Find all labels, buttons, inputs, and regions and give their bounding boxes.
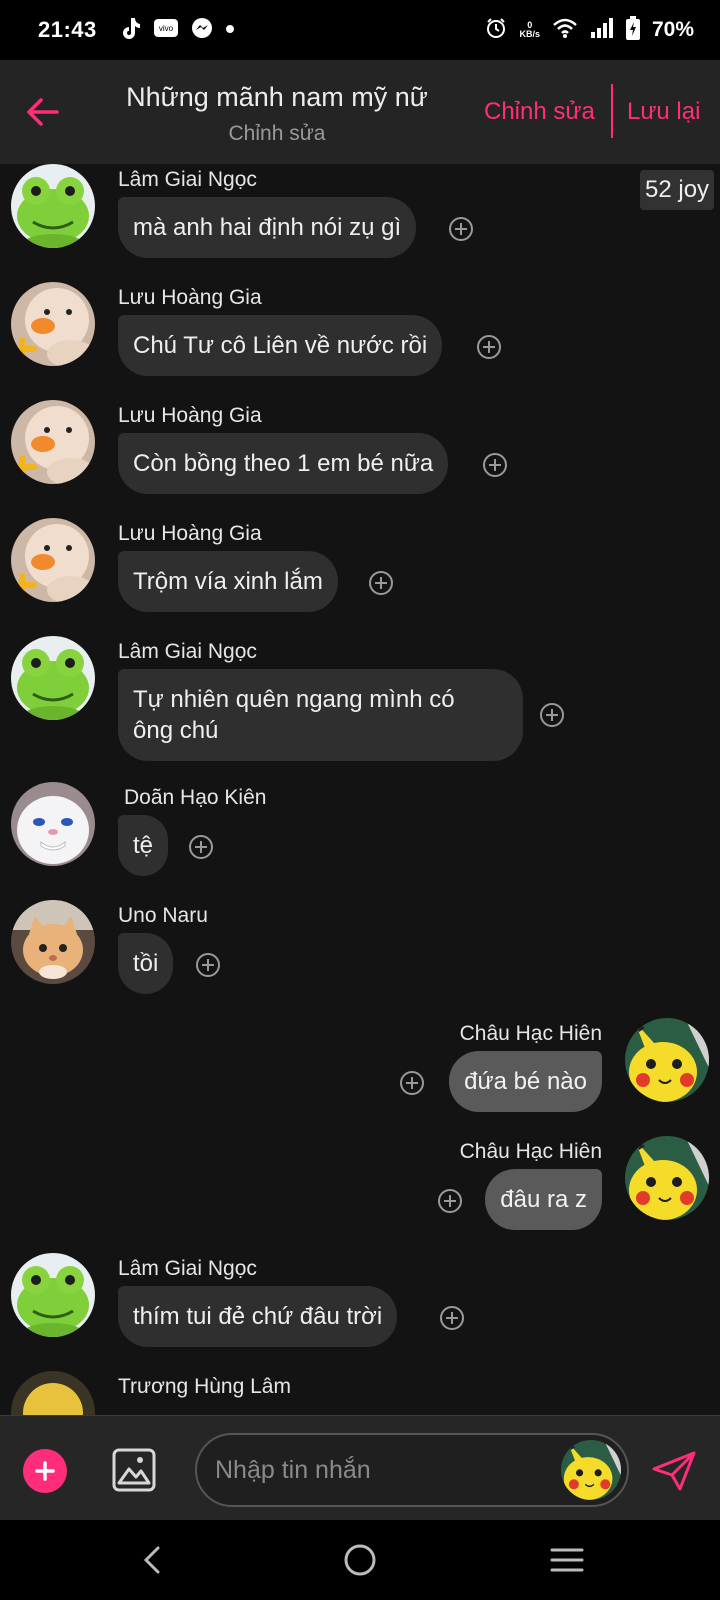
plus-icon <box>35 1461 55 1481</box>
avatar[interactable] <box>625 1018 709 1102</box>
status-time: 21:43 <box>38 17 97 42</box>
add-reaction-icon[interactable] <box>437 1188 463 1214</box>
add-reaction-icon[interactable] <box>188 834 214 860</box>
image-button[interactable] <box>111 1447 157 1493</box>
status-bar: 21:43 vivo 0 KB/s 70% <box>0 0 720 60</box>
add-reaction-icon[interactable] <box>399 1070 425 1096</box>
reaction-badge[interactable]: 52 joy <box>640 170 715 210</box>
message-list[interactable]: Lâm Giai Ngọc mà anh hai định nói zụ gì … <box>0 164 720 1416</box>
sender-name: Lưu Hoàng Gia <box>118 404 262 427</box>
image-icon <box>112 1448 156 1492</box>
add-reaction-icon[interactable] <box>439 1305 465 1331</box>
sender-name: Lâm Giai Ngọc <box>118 168 257 191</box>
status-right: 0 KB/s 70% <box>485 15 694 45</box>
message-input[interactable] <box>215 1435 545 1505</box>
avatar[interactable] <box>11 400 95 484</box>
message-input-wrapper <box>195 1433 629 1507</box>
network-speed: 0 KB/s <box>519 21 540 39</box>
nav-recents-button[interactable] <box>545 1538 589 1582</box>
add-reaction-icon[interactable] <box>482 452 508 478</box>
avatar[interactable] <box>11 282 95 366</box>
sender-name: Lâm Giai Ngọc <box>118 1257 257 1280</box>
sender-name: Châu Hạc Hiên <box>459 1140 602 1163</box>
menu-icon <box>550 1548 584 1572</box>
sender-name: Lâm Giai Ngọc <box>118 640 257 663</box>
vivo-icon: vivo <box>153 18 179 43</box>
sticker-avatar-button[interactable] <box>561 1440 621 1500</box>
avatar[interactable] <box>625 1136 709 1220</box>
battery-percent: 70% <box>651 18 694 41</box>
message-bubble[interactable]: tồi <box>118 933 174 994</box>
edit-button[interactable]: Chỉnh sửa <box>484 98 595 126</box>
sender-name: Uno Naru <box>118 904 208 927</box>
avatar[interactable] <box>11 636 95 720</box>
group-subtitle: Chỉnh sửa <box>228 122 326 145</box>
avatar[interactable] <box>11 164 95 248</box>
message-bubble[interactable]: Chú Tư cô Liên về nước rồi <box>118 315 443 376</box>
arrow-left-icon <box>27 98 59 126</box>
sender-name: Trương Hùng Lâm <box>118 1375 291 1398</box>
sender-name: Châu Hạc Hiên <box>459 1022 602 1045</box>
dot-icon <box>225 21 235 39</box>
home-circle-icon <box>344 1544 376 1576</box>
sender-name: Doãn Hạo Kiên <box>124 786 267 809</box>
nav-home-button[interactable] <box>338 1538 382 1582</box>
chevron-left-icon <box>143 1546 160 1574</box>
add-reaction-icon[interactable] <box>195 952 221 978</box>
sender-name: Lưu Hoàng Gia <box>118 522 262 545</box>
header-divider <box>611 84 613 138</box>
network-speed-unit: KB/s <box>519 29 540 39</box>
sender-name: Lưu Hoàng Gia <box>118 286 262 309</box>
message-bubble[interactable]: đứa bé nào <box>449 1051 602 1112</box>
nav-back-button[interactable] <box>130 1538 174 1582</box>
group-title: Những mãnh nam mỹ nữ <box>126 82 428 112</box>
composer-bar <box>0 1415 720 1520</box>
avatar[interactable] <box>11 1253 95 1337</box>
message-bubble[interactable]: đâu ra z <box>485 1169 602 1230</box>
message-line: ông chú <box>133 717 219 744</box>
message-line: Tự nhiên quên ngang mình có <box>133 686 455 713</box>
message-bubble[interactable]: thím tui đẻ chứ đâu trời <box>118 1286 398 1347</box>
chat-header: Những mãnh nam mỹ nữ Chỉnh sửa Chỉnh sửa… <box>0 60 720 164</box>
avatar[interactable] <box>11 518 95 602</box>
wifi-icon <box>552 17 578 44</box>
alarm-icon <box>485 17 507 44</box>
battery-charging-icon <box>625 15 640 45</box>
status-app-icons: vivo <box>119 16 235 45</box>
signal-icon <box>590 17 614 44</box>
back-button[interactable] <box>20 90 64 134</box>
tiktok-icon <box>119 16 141 45</box>
add-reaction-icon[interactable] <box>448 216 474 242</box>
avatar[interactable] <box>11 900 95 984</box>
message-bubble[interactable]: Tự nhiên quên ngang mình có ông chú <box>118 669 523 761</box>
messenger-icon <box>191 17 213 44</box>
message-bubble[interactable]: Trộm vía xinh lắm <box>118 551 338 612</box>
add-reaction-icon[interactable] <box>476 334 502 360</box>
save-button[interactable]: Lưu lại <box>627 98 700 126</box>
message-bubble[interactable]: tệ <box>118 815 169 876</box>
svg-text:vivo: vivo <box>159 24 174 33</box>
avatar[interactable] <box>11 782 95 866</box>
avatar[interactable] <box>11 1371 95 1416</box>
message-bubble[interactable]: Còn bồng theo 1 em bé nữa <box>118 433 449 494</box>
add-attachment-button[interactable] <box>23 1449 67 1493</box>
system-nav-bar <box>0 1520 720 1600</box>
add-reaction-icon[interactable] <box>539 702 565 728</box>
add-reaction-icon[interactable] <box>368 570 394 596</box>
message-bubble[interactable]: mà anh hai định nói zụ gì <box>118 197 417 258</box>
send-icon <box>652 1451 696 1491</box>
send-button[interactable] <box>650 1449 698 1493</box>
